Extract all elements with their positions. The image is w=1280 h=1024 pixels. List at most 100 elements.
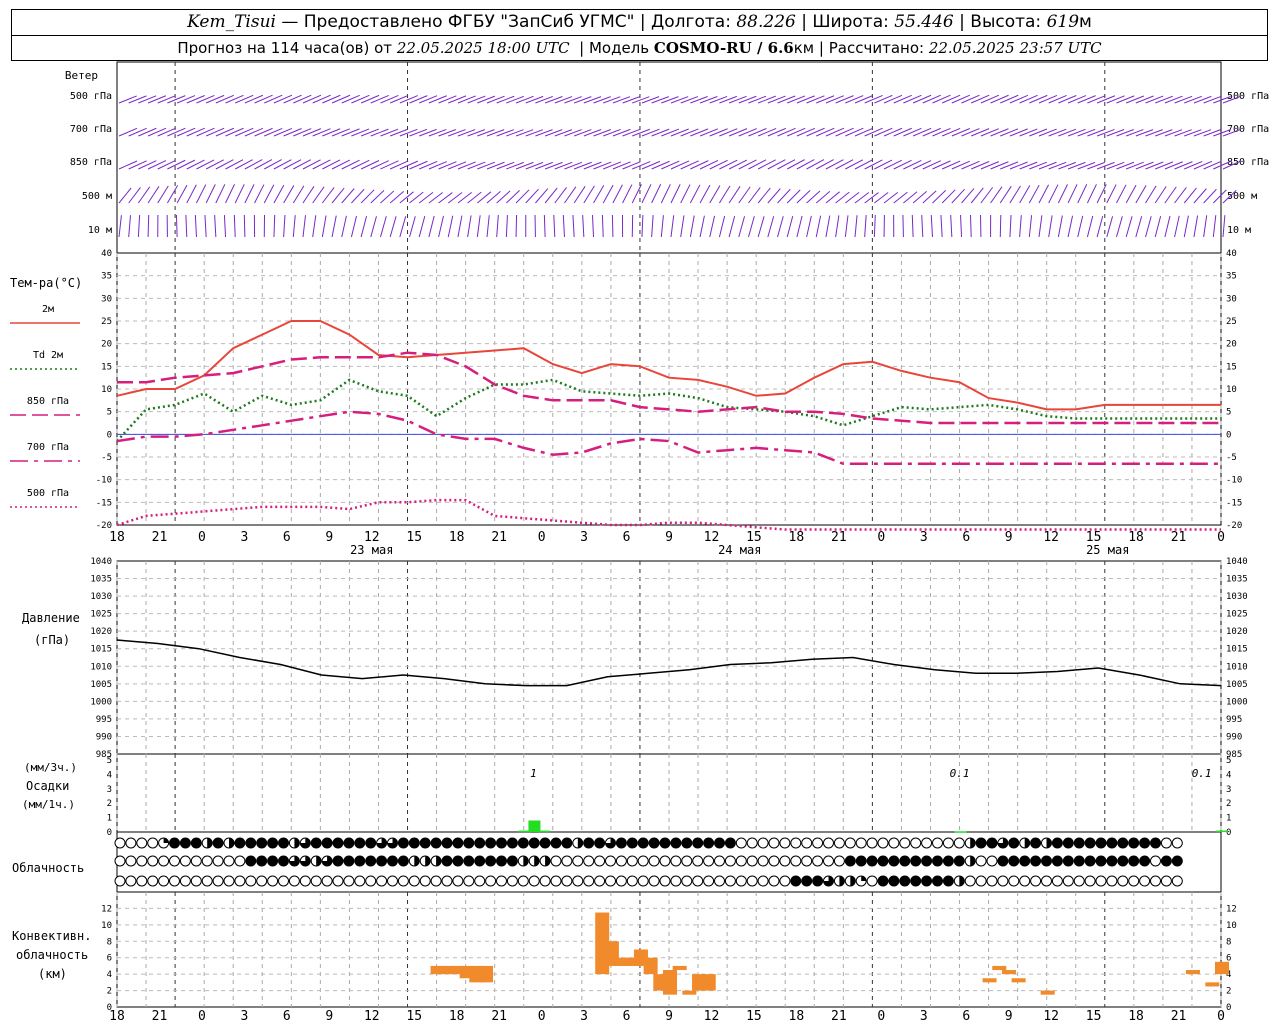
precip-bar [538, 830, 551, 833]
wind-barb [961, 160, 980, 170]
pres-ytick-left: 995 [96, 715, 112, 725]
cloud-circle [190, 837, 202, 849]
temp-legend-label: 2м [42, 304, 54, 315]
cloud-circle [670, 855, 682, 867]
wind-barb [864, 215, 867, 238]
cloud-circle [724, 855, 736, 867]
wind-barb [990, 161, 1009, 170]
cloud-circle [746, 837, 758, 849]
cloud-circle [823, 855, 834, 867]
wind-barb [1038, 161, 1057, 170]
cloud-circle [833, 837, 845, 849]
wind-barb [719, 159, 738, 170]
cloud-circle [223, 855, 235, 867]
wind-barb [399, 160, 419, 170]
cloud-fill [294, 838, 300, 848]
wind-barb [854, 95, 874, 104]
wind-barb [922, 94, 941, 104]
wind-barb [990, 128, 1009, 137]
wind-barb [844, 215, 849, 238]
cloud-fill [163, 838, 169, 843]
wind-barb [1183, 187, 1197, 204]
cloud-circle [1062, 837, 1074, 849]
cloud-circle [365, 837, 377, 849]
wind-barb [699, 215, 705, 238]
cloud-circle [267, 855, 279, 867]
wind-barb [564, 96, 582, 104]
conv-title-3: (км) [38, 967, 67, 981]
wind-barb [409, 160, 428, 170]
wind-barb [1096, 161, 1115, 170]
wind-barb [1077, 128, 1096, 137]
wind-barb [273, 128, 293, 137]
wind-barb [409, 95, 428, 104]
cloud-circle [1019, 875, 1031, 887]
temp-xtick: 0 [198, 530, 206, 545]
wind-barb [709, 159, 728, 170]
temp-xtick: 6 [962, 530, 970, 545]
wind-barb [1212, 215, 1217, 238]
cloud-circle [724, 875, 736, 887]
wind-barb [1009, 185, 1021, 204]
cloud-circle [376, 855, 388, 867]
cloud-circle [550, 875, 562, 887]
wind-barb [1125, 184, 1137, 204]
wind-barb [302, 159, 321, 170]
wind-barb [283, 215, 286, 238]
temp-ytick-left: 15 [101, 362, 112, 372]
wind-barb [699, 160, 719, 170]
cloud-circle [125, 875, 137, 887]
wind-barb [641, 160, 661, 170]
cloud-circle [506, 837, 518, 849]
wind-barb [651, 215, 654, 238]
wind-barb [293, 94, 312, 104]
wind-barb [969, 215, 972, 238]
wind-barb [835, 127, 854, 137]
cloud-fill [545, 856, 551, 866]
cloud-circle [539, 837, 551, 849]
cloud-circle [125, 837, 137, 849]
day-label: 25 мая [1086, 543, 1129, 557]
conv-bar [663, 970, 677, 995]
wind-barb [448, 95, 467, 104]
wind-barb [641, 184, 652, 204]
wind-barb [593, 161, 612, 170]
wind-barb [689, 184, 701, 204]
wind-barb [941, 127, 961, 137]
temp-xtick: 15 [406, 530, 422, 545]
wind-barb [728, 95, 747, 104]
wind-barb [128, 127, 147, 137]
cloud-circle [648, 855, 660, 867]
bottom-xtick: 0 [198, 1009, 206, 1024]
wind-barb [544, 161, 563, 170]
prec-ytick-left: 1 [107, 814, 112, 824]
pres-ytick-right: 1035 [1226, 575, 1248, 585]
wind-barb [118, 127, 138, 137]
cloud-circle [986, 875, 998, 887]
wind-barb [205, 94, 225, 104]
wind-barb [194, 215, 197, 238]
wind-barb [825, 127, 845, 137]
wind-barb [641, 128, 660, 137]
wind-barb [1193, 215, 1199, 238]
cloud-circle [201, 855, 213, 867]
cloud-circle [615, 837, 627, 849]
wind-barb [583, 185, 595, 204]
wind-barb [1174, 95, 1193, 104]
cloud-circle [474, 875, 486, 887]
bottom-xtick: 18 [789, 1009, 805, 1024]
bottom-xtick: 15 [1086, 1009, 1102, 1024]
wind-barb [922, 127, 941, 137]
wind-level-label-left: 850 гПа [70, 157, 112, 168]
wind-barb [302, 215, 307, 238]
cloud-circle [190, 875, 202, 887]
wind-barb [553, 215, 556, 238]
cloud-circle [310, 837, 322, 849]
cloud-circle [670, 837, 682, 849]
cloud-circle [812, 875, 824, 887]
cloud-circle [659, 875, 671, 887]
cloud-circle [615, 875, 627, 887]
temp-legend-label: 500 гПа [27, 488, 69, 499]
cloud-circle [932, 855, 943, 867]
wind-barb [399, 216, 407, 238]
